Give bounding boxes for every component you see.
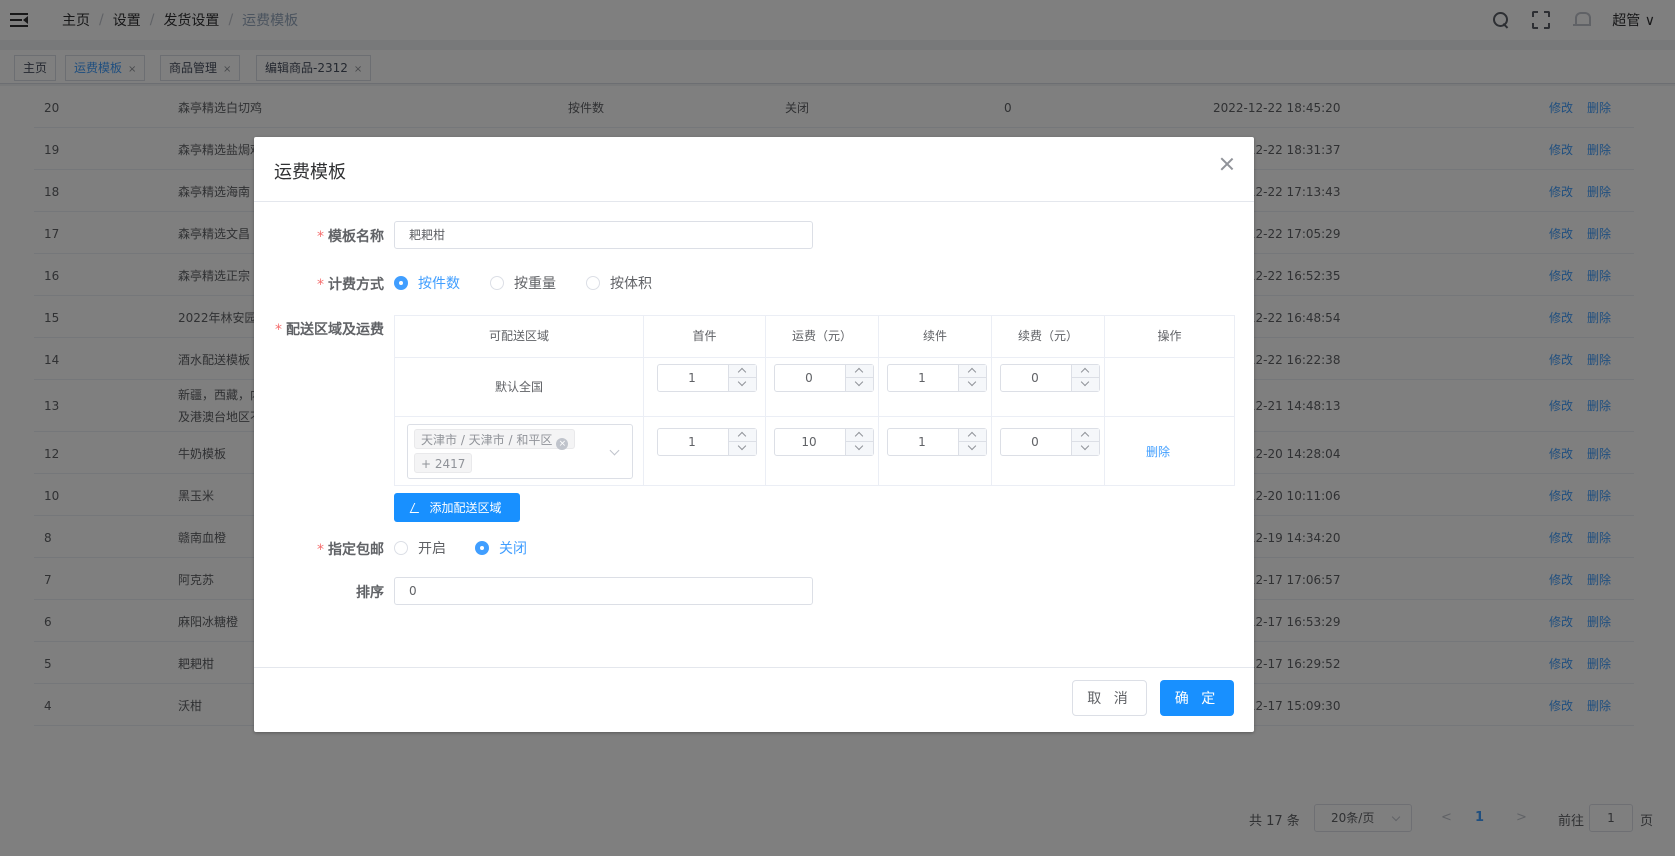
delete-region-button[interactable]: 删除 bbox=[1146, 443, 1170, 460]
radio-free-off[interactable]: 关闭 bbox=[475, 538, 527, 558]
default-region-text: 默认全国 bbox=[494, 380, 543, 394]
chevron-down-icon[interactable] bbox=[1080, 441, 1090, 451]
chevron-down-icon[interactable] bbox=[737, 441, 747, 451]
close-circle-icon[interactable]: × bbox=[556, 438, 569, 450]
add-region-button[interactable]: 添加配送区域 bbox=[394, 493, 520, 522]
region-cascader[interactable]: 天津市 / 天津市 / 和平区 × + 2417 bbox=[407, 424, 633, 479]
th-fee: 运费（元） bbox=[791, 329, 852, 343]
chevron-down-icon[interactable] bbox=[1080, 377, 1090, 387]
sort-input[interactable]: 0 bbox=[394, 577, 813, 605]
region-more-tag: + 2417 bbox=[414, 453, 473, 473]
th-operation: 操作 bbox=[1157, 329, 1182, 343]
radio-by-weight[interactable]: 按重量 bbox=[490, 273, 556, 293]
radio-by-piece[interactable]: 按件数 bbox=[394, 273, 460, 293]
chevron-up-icon[interactable] bbox=[854, 367, 864, 377]
fee-stepper-custom[interactable]: 10 bbox=[774, 428, 874, 456]
first-piece-stepper-default[interactable]: 1 bbox=[657, 364, 757, 392]
radio-free-on[interactable]: 开启 bbox=[394, 538, 446, 558]
chevron-down-icon[interactable] bbox=[854, 377, 864, 387]
chevron-up-icon[interactable] bbox=[737, 431, 747, 441]
additional-piece-stepper-custom[interactable]: 1 bbox=[887, 428, 987, 456]
additional-fee-stepper-custom[interactable]: 0 bbox=[1000, 428, 1100, 456]
additional-piece-stepper-default[interactable]: 1 bbox=[887, 364, 987, 392]
th-additional-piece: 续件 bbox=[922, 329, 947, 343]
chevron-up-icon[interactable] bbox=[854, 431, 864, 441]
confirm-button[interactable]: 确 定 bbox=[1160, 680, 1234, 716]
cancel-button[interactable]: 取 消 bbox=[1072, 680, 1147, 716]
dialog-title: 运费模板 bbox=[274, 162, 346, 183]
sort-label: 排序 bbox=[356, 585, 384, 601]
template-name-input[interactable]: 耙耙柑 bbox=[394, 221, 813, 249]
additional-fee-stepper-default[interactable]: 0 bbox=[1000, 364, 1100, 392]
region-fee-label: * 配送区域及运费 bbox=[275, 322, 384, 338]
billing-method-label: * 计费方式 bbox=[317, 277, 384, 293]
dialog-header-divider bbox=[254, 201, 1254, 202]
th-additional-fee: 续费（元） bbox=[1017, 329, 1078, 343]
chevron-up-icon[interactable] bbox=[967, 367, 977, 377]
shipping-template-dialog: 运费模板 * 模板名称 耙耙柑 * 计费方式 按件数 按重量 按体积 * 配送区域及运… bbox=[254, 137, 1254, 732]
region-tag: 天津市 / 天津市 / 和平区 × bbox=[414, 429, 576, 450]
edit-icon bbox=[410, 502, 424, 513]
chevron-up-icon[interactable] bbox=[1080, 431, 1090, 441]
chevron-up-icon[interactable] bbox=[1080, 367, 1090, 377]
region-fee-table: 可配送区域 首件 运费（元） 续件 续费（元） 操作 默认全国 1 0 1 0 … bbox=[394, 315, 1235, 486]
th-region: 可配送区域 bbox=[488, 329, 549, 343]
chevron-down-icon[interactable] bbox=[737, 377, 747, 387]
free-shipping-label: * 指定包邮 bbox=[317, 542, 384, 558]
chevron-down-icon bbox=[609, 445, 620, 456]
close-icon[interactable] bbox=[1220, 157, 1234, 171]
radio-by-volume[interactable]: 按体积 bbox=[586, 273, 652, 293]
th-first-piece: 首件 bbox=[692, 329, 717, 343]
dialog-footer-divider bbox=[254, 667, 1254, 668]
chevron-down-icon[interactable] bbox=[967, 377, 977, 387]
template-name-label: * 模板名称 bbox=[317, 229, 384, 245]
chevron-down-icon[interactable] bbox=[967, 441, 977, 451]
first-piece-stepper-custom[interactable]: 1 bbox=[657, 428, 757, 456]
chevron-down-icon[interactable] bbox=[854, 441, 864, 451]
chevron-up-icon[interactable] bbox=[967, 431, 977, 441]
fee-stepper-default[interactable]: 0 bbox=[774, 364, 874, 392]
chevron-up-icon[interactable] bbox=[737, 367, 747, 377]
